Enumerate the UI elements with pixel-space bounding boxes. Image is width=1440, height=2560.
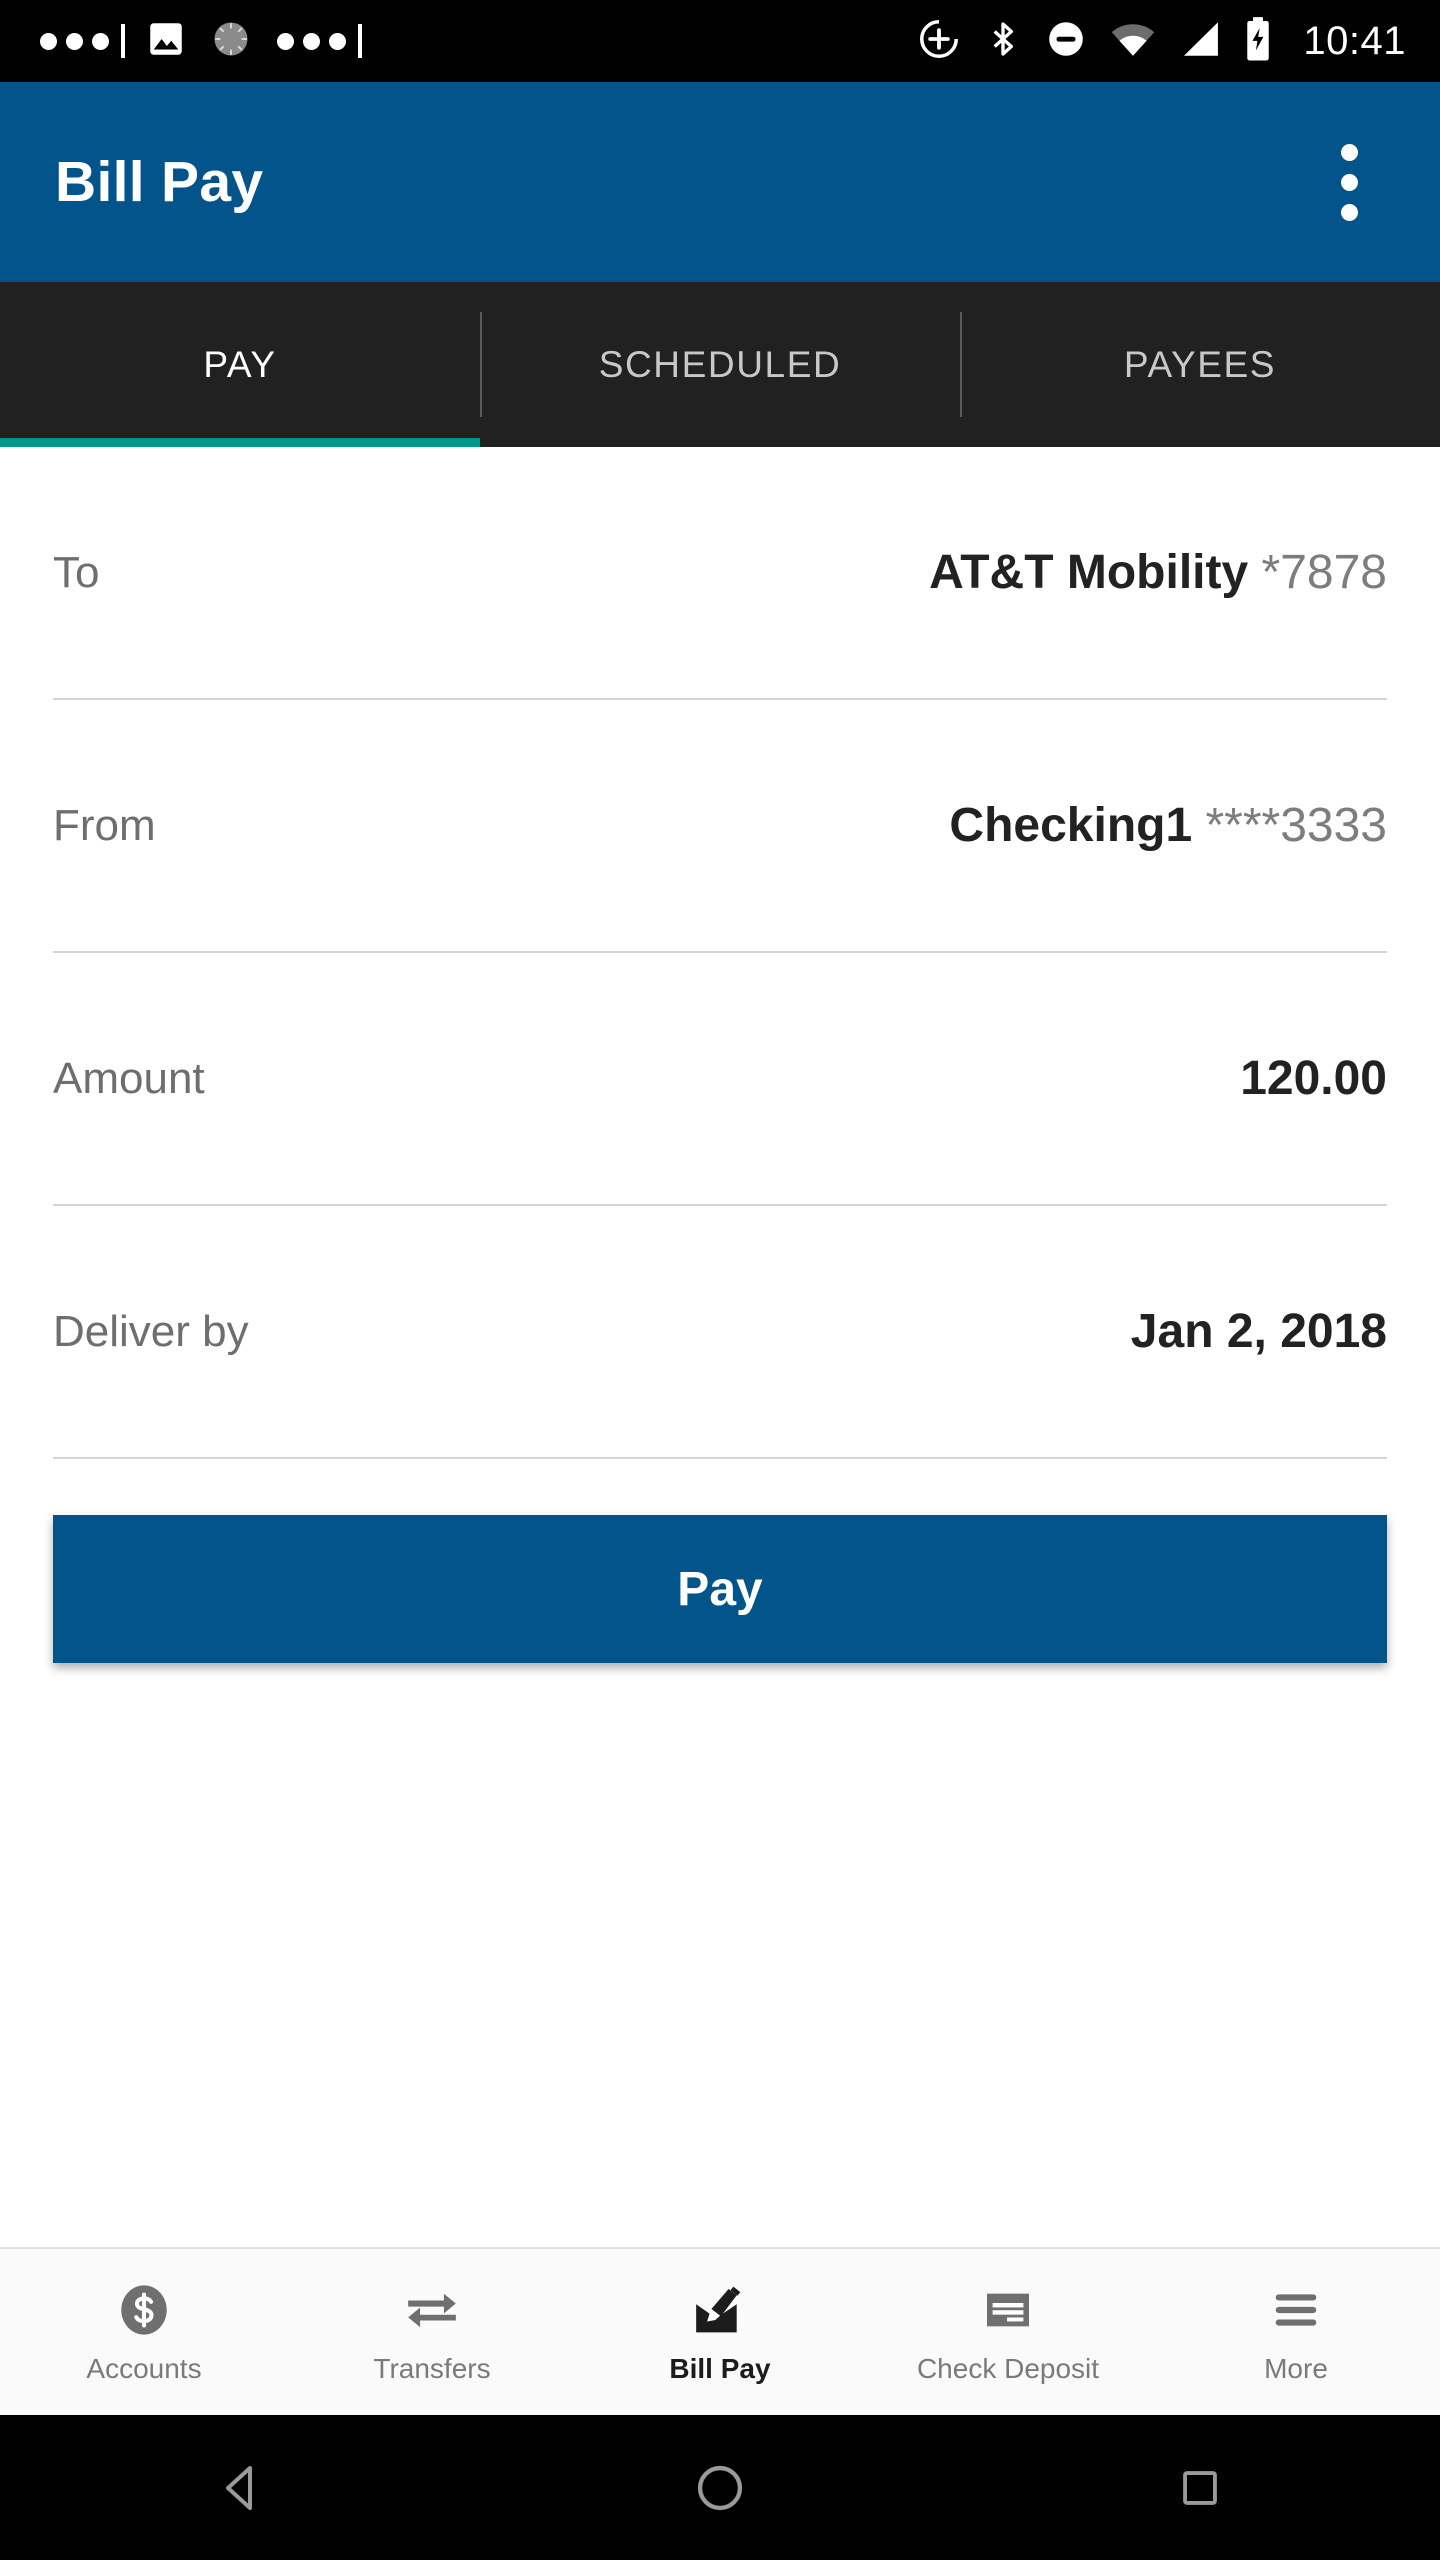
- nav-item-transfers-label: Transfers: [373, 2353, 491, 2384]
- do-not-disturb-icon: [1045, 18, 1087, 65]
- form-row-to[interactable]: To AT&T Mobility *7878: [53, 447, 1387, 700]
- icon-divider: [358, 24, 362, 58]
- wifi-icon: [1109, 19, 1157, 64]
- tab-active-indicator: [0, 438, 480, 447]
- nav-item-bill-pay[interactable]: Bill Pay: [576, 2279, 864, 2385]
- image-icon: [145, 18, 187, 65]
- nav-item-accounts-label: Accounts: [86, 2353, 202, 2384]
- pay-button[interactable]: Pay: [53, 1515, 1387, 1663]
- envelope-pen-icon: [689, 2279, 751, 2341]
- status-bar-right-icons: 10:41: [917, 16, 1440, 67]
- tab-pay-label: PAY: [203, 343, 277, 385]
- form-row-from-label: From: [53, 800, 156, 850]
- tab-scheduled-label: SCHEDULED: [598, 343, 842, 385]
- check-document-icon: [979, 2279, 1037, 2341]
- android-navigation-bar: [0, 2415, 1440, 2560]
- battery-charging-icon: [1243, 16, 1273, 67]
- nav-item-check-deposit-label: Check Deposit: [916, 2353, 1100, 2384]
- nav-item-more[interactable]: More: [1152, 2279, 1440, 2385]
- form-row-deliver-by[interactable]: Deliver by Jan 2, 2018: [53, 1206, 1387, 1459]
- hamburger-menu-icon: [1267, 2279, 1325, 2341]
- transfer-arrows-icon: [401, 2279, 463, 2341]
- pay-form: To AT&T Mobility *7878 From Checking1 **…: [0, 447, 1440, 2247]
- back-triangle-icon[interactable]: [140, 2415, 340, 2560]
- bottom-navigation: Accounts Transfers Bill Pay Check Deposi…: [0, 2247, 1440, 2415]
- app-bar: Bill Pay: [0, 82, 1440, 282]
- source-account-name: Checking1: [949, 799, 1193, 852]
- add-circle-icon: [917, 17, 961, 66]
- dollar-circle-icon: [115, 2279, 173, 2341]
- tab-pay[interactable]: PAY: [0, 282, 480, 447]
- tab-scheduled[interactable]: SCHEDULED: [480, 282, 960, 447]
- app-screen: 10:41 Bill Pay PAY SCHEDULED PAYEES To A…: [0, 0, 1440, 2560]
- amount-value: 120.00: [1240, 1052, 1387, 1105]
- payee-account-mask: *7878: [1261, 546, 1387, 599]
- form-row-from[interactable]: From Checking1 ****3333: [53, 700, 1387, 953]
- form-row-amount-value: 120.00: [1240, 1051, 1387, 1106]
- more-dots-icon: [40, 32, 109, 50]
- home-circle-icon[interactable]: [620, 2415, 820, 2560]
- recents-square-icon[interactable]: [1100, 2415, 1300, 2560]
- tab-bar: PAY SCHEDULED PAYEES: [0, 282, 1440, 447]
- form-rows: To AT&T Mobility *7878 From Checking1 **…: [0, 447, 1440, 1459]
- deliver-date-value: Jan 2, 2018: [1130, 1305, 1387, 1358]
- sync-circle-icon: [209, 17, 253, 66]
- icon-divider: [121, 24, 125, 58]
- nav-item-more-label: More: [1264, 2353, 1328, 2384]
- status-bar-clock: 10:41: [1303, 18, 1406, 63]
- bluetooth-icon: [983, 17, 1023, 66]
- nav-item-bill-pay-label: Bill Pay: [669, 2353, 771, 2384]
- form-row-from-value: Checking1 ****3333: [949, 798, 1387, 853]
- nav-item-transfers[interactable]: Transfers: [288, 2279, 576, 2385]
- payee-name: AT&T Mobility: [929, 546, 1249, 599]
- status-bar: 10:41: [0, 0, 1440, 82]
- cellular-signal-icon: [1179, 19, 1221, 64]
- tab-payees[interactable]: PAYEES: [960, 282, 1440, 447]
- form-row-to-label: To: [53, 547, 100, 597]
- form-row-amount[interactable]: Amount 120.00: [53, 953, 1387, 1206]
- form-row-amount-label: Amount: [53, 1053, 205, 1103]
- status-bar-left-icons: [0, 17, 362, 66]
- nav-item-accounts[interactable]: Accounts: [0, 2279, 288, 2385]
- overflow-menu-icon[interactable]: [1304, 137, 1394, 227]
- form-row-deliver-by-label: Deliver by: [53, 1306, 249, 1356]
- more-dots-icon: [277, 32, 346, 50]
- tab-payees-label: PAYEES: [1123, 343, 1277, 385]
- form-row-deliver-by-value: Jan 2, 2018: [1131, 1304, 1387, 1359]
- source-account-mask: ****3333: [1205, 799, 1388, 852]
- nav-item-check-deposit[interactable]: Check Deposit: [864, 2279, 1152, 2385]
- submit-area: Pay: [0, 1459, 1440, 1663]
- page-title: Bill Pay: [55, 150, 264, 214]
- form-row-to-value: AT&T Mobility *7878: [929, 545, 1387, 600]
